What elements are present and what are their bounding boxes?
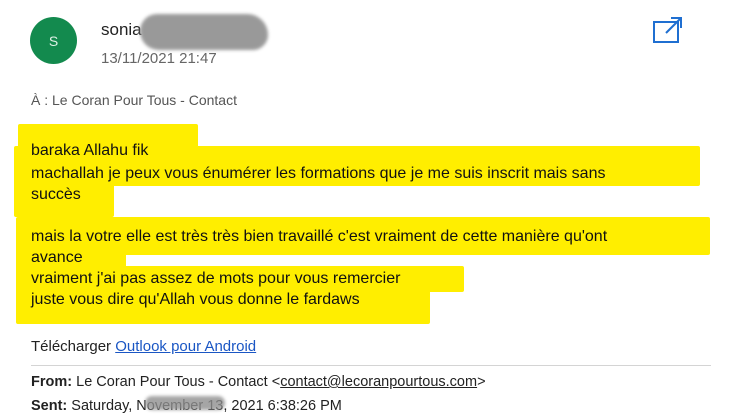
from-name: Le Coran Pour Tous - Contact < — [76, 374, 281, 390]
outlook-android-link[interactable]: Outlook pour Android — [115, 338, 256, 355]
avatar-letter: S — [48, 32, 59, 49]
from-suffix: > — [477, 374, 486, 390]
download-line: Télécharger Outlook pour Android — [31, 338, 256, 355]
avatar[interactable]: S — [30, 17, 77, 64]
redaction-scribble — [140, 14, 268, 50]
message-date: 13/11/2021 21:47 — [101, 50, 217, 67]
recipient-line: À : Le Coran Pour Tous - Contact — [31, 92, 237, 108]
redaction-scribble — [145, 396, 225, 410]
from-email-link[interactable]: contact@lecoranpourtous.com — [280, 374, 477, 390]
open-in-new-window-icon[interactable] — [652, 16, 684, 44]
message-line: succès — [31, 186, 81, 203]
sent-label: Sent: — [31, 398, 68, 414]
message-line: avance — [31, 249, 83, 266]
message-line: mais la votre elle est très très bien tr… — [31, 228, 608, 245]
message-line: baraka Allahu fik — [31, 142, 149, 159]
download-prefix: Télécharger — [31, 338, 112, 355]
divider — [31, 365, 711, 366]
recipient-value: Le Coran Pour Tous - Contact — [52, 92, 237, 108]
quoted-from: From: Le Coran Pour Tous - Contact <cont… — [31, 374, 486, 390]
recipient-label: À : — [31, 92, 49, 108]
message-line: juste vous dire qu'Allah vous donne le f… — [31, 291, 360, 308]
from-label: From: — [31, 374, 73, 390]
sender-name[interactable]: sonia — [101, 20, 142, 40]
message-line: machallah je peux vous énumérer les form… — [31, 165, 606, 182]
message-line: vraiment j'ai pas assez de mots pour vou… — [31, 270, 401, 287]
